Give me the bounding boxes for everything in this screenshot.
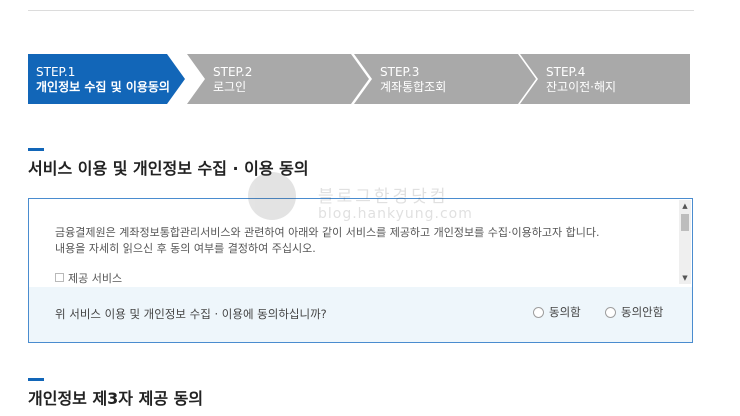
step-3-number: STEP.3 — [380, 65, 420, 79]
agreement-scroll-content[interactable]: 금융결제원은 계좌정보통합관리서비스와 관련하여 아래와 같이 서비스를 제공하… — [29, 199, 692, 287]
step-4-number: STEP.4 — [546, 65, 586, 79]
progress-steps: STEP.1 개인정보 수집 및 이용동의 STEP.2 로그인 STEP.3 … — [28, 54, 690, 104]
agreement-paragraph: 금융결제원은 계좌정보통합관리서비스와 관련하여 아래와 같이 서비스를 제공하… — [55, 225, 675, 257]
disagree-option[interactable]: 동의안함 — [605, 304, 663, 320]
scroll-thumb[interactable] — [681, 214, 689, 231]
section-1-accent — [28, 148, 44, 151]
agree-radio-label: 동의함 — [549, 305, 581, 319]
step-3: STEP.3 계좌통합조회 — [354, 54, 536, 104]
agreement-question: 위 서비스 이용 및 개인정보 수집 · 이용에 동의하십니까? — [55, 307, 327, 321]
step-4-label: 잔고이전·해지 — [546, 80, 617, 94]
disagree-radio[interactable] — [605, 306, 616, 318]
scroll-down-arrow-icon[interactable]: ▼ — [679, 272, 691, 284]
section-2-title: 개인정보 제3자 제공 동의 — [28, 389, 204, 408]
step-1: STEP.1 개인정보 수집 및 이용동의 — [28, 54, 185, 104]
section-1-title: 서비스 이용 및 개인정보 수집 · 이용 동의 — [28, 159, 309, 178]
agreement-question-bar: 위 서비스 이용 및 개인정보 수집 · 이용에 동의하십니까? 동의함 동의안… — [29, 287, 692, 342]
top-divider — [28, 10, 694, 11]
scroll-up-arrow-icon[interactable]: ▲ — [679, 200, 691, 212]
step-2-label: 로그인 — [213, 80, 247, 94]
bullet-box-icon — [55, 273, 64, 282]
step-2-number: STEP.2 — [213, 65, 253, 79]
disagree-radio-label: 동의안함 — [621, 305, 664, 319]
agreement-line-2: 내용을 자세히 읽으신 후 동의 여부를 결정하여 주십시오. — [55, 242, 316, 255]
service-agreement-box: 금융결제원은 계좌정보통합관리서비스와 관련하여 아래와 같이 서비스를 제공하… — [28, 198, 693, 343]
step-3-label: 계좌통합조회 — [380, 80, 447, 94]
list-item: 제공 서비스 — [55, 271, 122, 287]
section-2-accent — [28, 378, 44, 381]
step-1-number: STEP.1 — [36, 65, 76, 79]
agreement-line-1: 금융결제원은 계좌정보통합관리서비스와 관련하여 아래와 같이 서비스를 제공하… — [55, 226, 600, 239]
service-item-label: 제공 서비스 — [68, 272, 123, 285]
step-4: STEP.4 잔고이전·해지 — [520, 54, 690, 104]
step-1-label: 개인정보 수집 및 이용동의 — [36, 80, 170, 94]
agreement-scrollbar[interactable]: ▲ ▼ — [679, 200, 691, 284]
step-2: STEP.2 로그인 — [187, 54, 369, 104]
agree-radio[interactable] — [533, 306, 544, 318]
agree-option[interactable]: 동의함 — [533, 304, 581, 320]
